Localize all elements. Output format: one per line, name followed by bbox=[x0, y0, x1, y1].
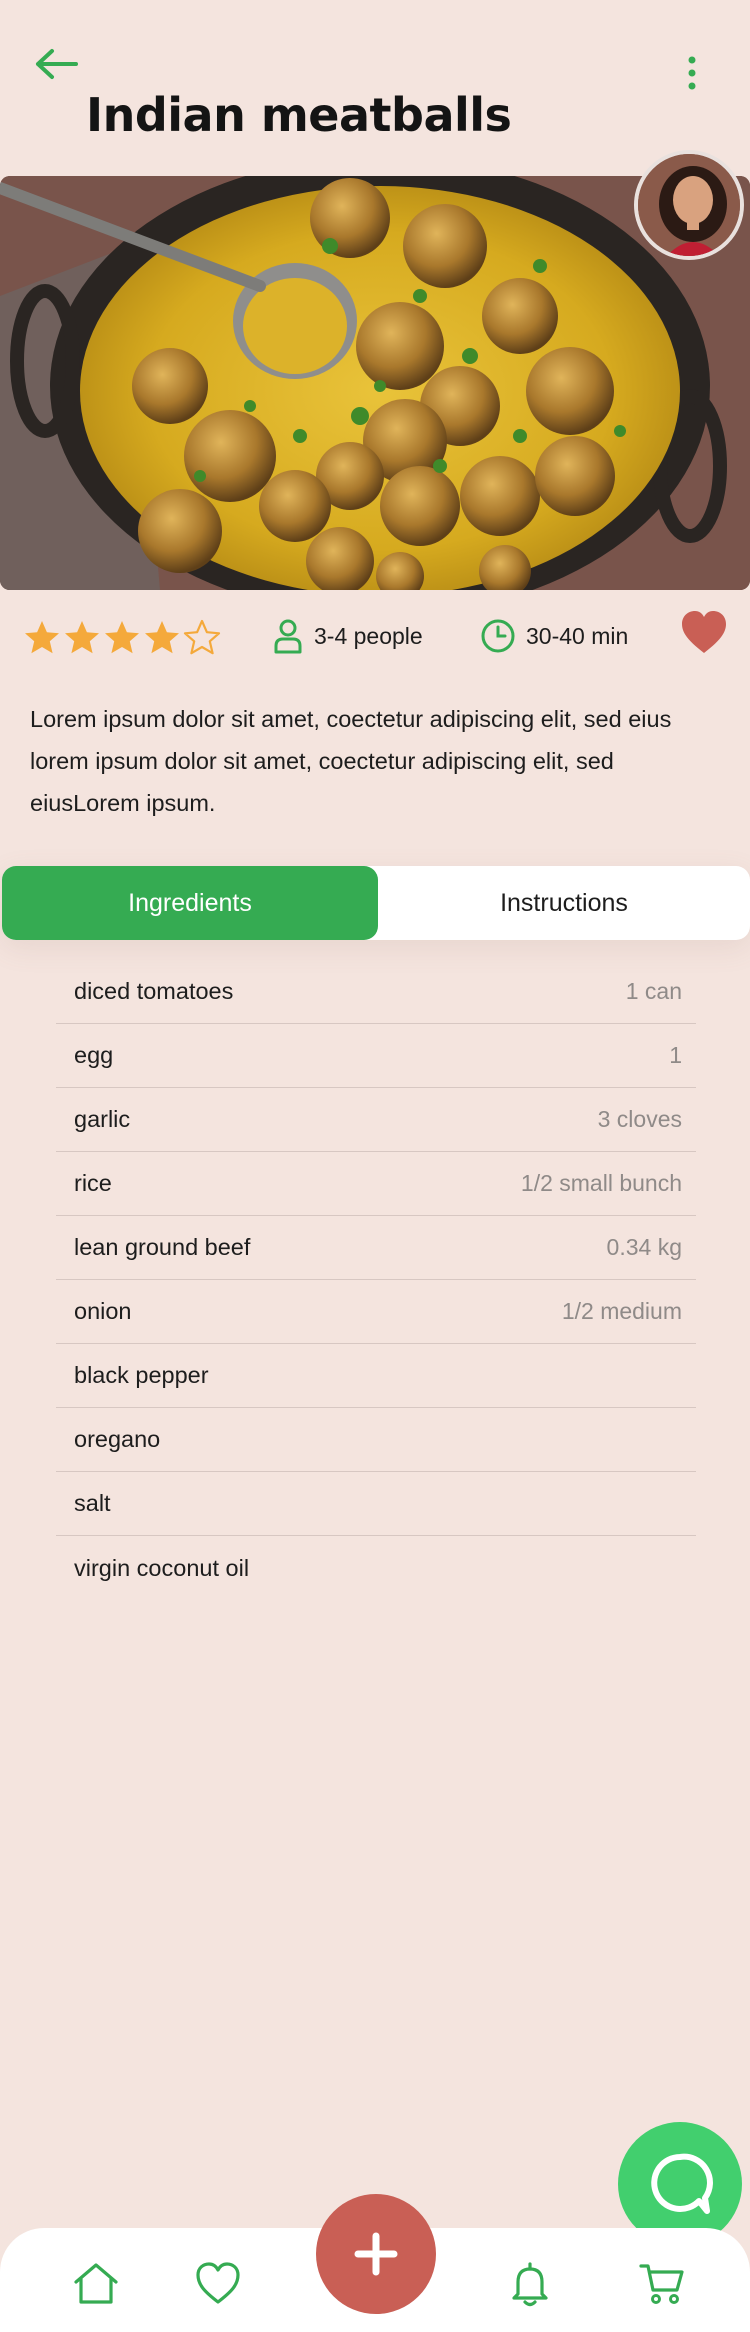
clock-icon bbox=[481, 619, 515, 653]
ingredient-row: rice 1/2 small bunch bbox=[56, 1152, 696, 1216]
servings-info: 3-4 people bbox=[272, 616, 423, 656]
plus-icon bbox=[354, 2232, 398, 2276]
ingredient-name: egg bbox=[74, 1042, 114, 1068]
more-vertical-icon bbox=[688, 56, 696, 90]
ingredient-name: lean ground beef bbox=[74, 1234, 251, 1260]
time-text: 30-40 min bbox=[526, 622, 629, 649]
ingredient-row: oregano bbox=[56, 1408, 696, 1472]
home-icon bbox=[74, 2263, 118, 2304]
recipe-image bbox=[0, 176, 750, 590]
author-avatar[interactable] bbox=[634, 150, 744, 260]
favorite-button[interactable] bbox=[680, 610, 728, 656]
ingredient-name: diced tomatoes bbox=[74, 978, 234, 1004]
star-empty-icon bbox=[182, 618, 222, 658]
ingredient-name: oregano bbox=[74, 1426, 161, 1452]
ingredient-name: onion bbox=[74, 1298, 132, 1324]
ingredient-row: egg 1 bbox=[56, 1024, 696, 1088]
ingredient-name: garlic bbox=[74, 1106, 131, 1132]
time-info: 30-40 min bbox=[480, 616, 628, 656]
ingredient-name: virgin coconut oil bbox=[74, 1554, 250, 1581]
nav-favorites[interactable] bbox=[194, 2260, 242, 2308]
ingredient-row: virgin coconut oil bbox=[56, 1536, 696, 1600]
ingredient-quantity: 3 cloves bbox=[597, 1106, 682, 1132]
tab-ingredients[interactable]: Ingredients bbox=[2, 866, 378, 940]
ingredients-list: diced tomatoes 1 can egg 1 garlic 3 cloves ric… bbox=[56, 960, 696, 1600]
star-filled-icon bbox=[102, 618, 142, 658]
recipe-description: Lorem ipsum dolor sit amet, coectetur ad… bbox=[30, 706, 672, 816]
page-title: Indian meatballs bbox=[86, 88, 512, 142]
ingredient-name: salt bbox=[74, 1490, 111, 1516]
arrow-left-icon bbox=[36, 49, 78, 79]
ingredient-row: onion 1/2 medium bbox=[56, 1280, 696, 1344]
ingredient-name: black pepper bbox=[74, 1362, 209, 1388]
nav-home[interactable] bbox=[72, 2260, 120, 2308]
more-menu-button[interactable] bbox=[680, 50, 704, 96]
ingredient-quantity: 1/2 medium bbox=[561, 1298, 682, 1324]
ingredient-quantity: 1 can bbox=[625, 978, 682, 1004]
tab-instructions[interactable]: Instructions bbox=[378, 866, 750, 940]
rating-stars bbox=[22, 618, 222, 662]
tab-bar: Ingredients Instructions bbox=[2, 866, 750, 940]
star-filled-icon bbox=[142, 618, 182, 658]
star-filled-icon bbox=[22, 618, 62, 658]
ingredient-row: diced tomatoes 1 can bbox=[56, 960, 696, 1024]
ingredient-quantity: 1/2 small bunch bbox=[520, 1170, 682, 1196]
nav-cart[interactable] bbox=[638, 2260, 686, 2308]
ingredient-row: black pepper bbox=[56, 1344, 696, 1408]
ingredient-quantity: 1 bbox=[669, 1042, 682, 1068]
cart-icon bbox=[639, 2264, 684, 2304]
ingredient-row: lean ground beef 0.34 kg bbox=[56, 1216, 696, 1280]
star-filled-icon bbox=[62, 618, 102, 658]
bell-icon bbox=[512, 2262, 548, 2307]
servings-text: 3-4 people bbox=[314, 622, 423, 649]
ingredient-name: rice bbox=[74, 1170, 112, 1196]
nav-notifications[interactable] bbox=[506, 2260, 554, 2308]
heart-filled-icon bbox=[682, 611, 726, 653]
back-button[interactable] bbox=[32, 44, 84, 84]
ingredient-row: garlic 3 cloves bbox=[56, 1088, 696, 1152]
ingredient-row: salt bbox=[56, 1472, 696, 1536]
ingredient-quantity: 0.34 kg bbox=[606, 1234, 682, 1260]
chat-bubble-icon bbox=[651, 2153, 713, 2214]
heart-icon bbox=[196, 2262, 240, 2304]
person-icon bbox=[274, 619, 302, 654]
add-recipe-button[interactable] bbox=[316, 2194, 436, 2314]
